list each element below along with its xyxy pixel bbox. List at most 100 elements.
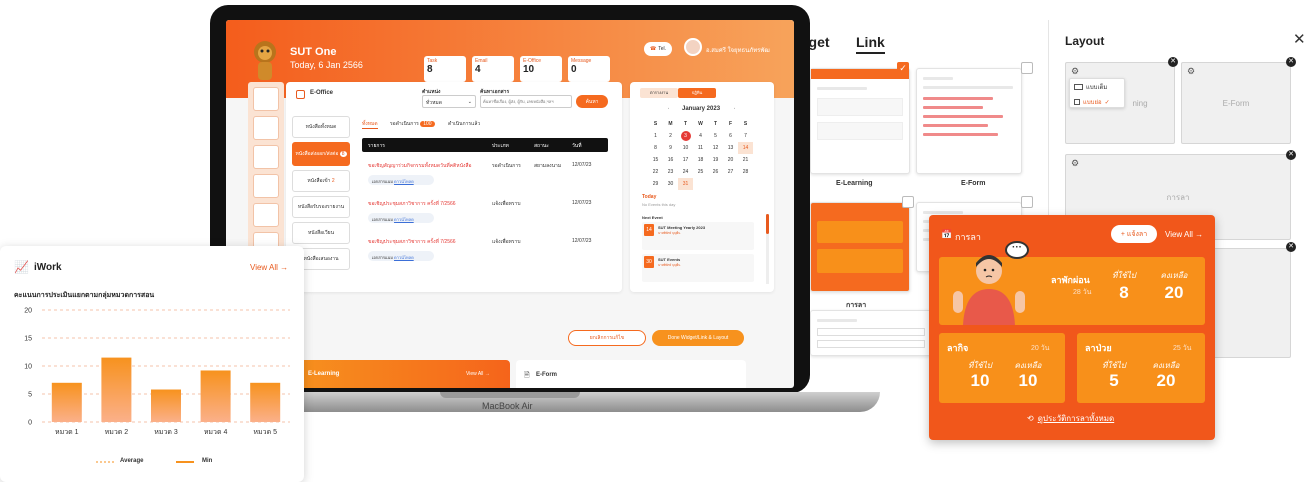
widget-eform-checkbox[interactable] xyxy=(1021,62,1033,74)
menu-outgoing[interactable]: หนังสือส่งออก/ส่งต่อ 8 xyxy=(292,142,350,166)
calendar-day[interactable]: 21 xyxy=(738,154,753,166)
scrollbar[interactable] xyxy=(766,214,769,284)
calendar-day-today[interactable]: 3 xyxy=(678,130,693,142)
menu-circular[interactable]: หนังสือเวียน xyxy=(292,222,350,244)
calendar-day[interactable]: 30 xyxy=(663,178,678,190)
widget-leave-thumb[interactable] xyxy=(810,202,910,292)
add-leave-button[interactable]: + แจ้งลา xyxy=(1111,225,1157,243)
tab-all[interactable]: ทั้งหมด xyxy=(362,120,378,129)
calendar-day[interactable]: 26 xyxy=(708,166,723,178)
bar[interactable] xyxy=(51,382,82,422)
dropdown-item-full[interactable]: แบบเต็ม xyxy=(1070,79,1124,95)
iwork-view-all[interactable]: View All → xyxy=(250,263,288,272)
calendar-day[interactable]: 15 xyxy=(648,154,663,166)
calendar-day[interactable]: 22 xyxy=(648,166,663,178)
stat-eoffice[interactable]: E-Office 10 xyxy=(520,56,562,82)
calendar-day[interactable]: 28 xyxy=(738,166,753,178)
calendar-day[interactable]: 16 xyxy=(663,154,678,166)
position-select[interactable]: ทั่วหมด ⌄ xyxy=(422,95,476,108)
calendar-day[interactable]: 7 xyxy=(738,130,753,142)
bar[interactable] xyxy=(101,357,132,422)
gear-icon[interactable]: ⚙ xyxy=(1187,66,1195,77)
calendar-day[interactable]: 24 xyxy=(678,166,693,178)
calendar-day[interactable]: 6 xyxy=(723,130,738,142)
calendar-day[interactable]: 10 xyxy=(678,142,693,154)
calendar-day[interactable]: 5 xyxy=(708,130,723,142)
gear-icon[interactable]: ⚙ xyxy=(1071,66,1079,77)
calendar-day[interactable]: 23 xyxy=(663,166,678,178)
calendar-day[interactable]: 25 xyxy=(693,166,708,178)
calendar-day[interactable]: 19 xyxy=(708,154,723,166)
table-row[interactable]: ขอเชิญสัญญาร่วมกิจกรรมทั้งหมดวันที่คติหน… xyxy=(368,162,604,185)
leave-history-link[interactable]: ⟲ ดูประวัติการลาทั้งหมด xyxy=(1027,412,1114,425)
calendar-day[interactable]: 27 xyxy=(723,166,738,178)
bar[interactable] xyxy=(151,389,181,422)
dropdown-item-compact[interactable]: แบบย่อ ✓ xyxy=(1070,95,1124,109)
calendar-day[interactable]: 12 xyxy=(708,142,723,154)
avatar[interactable] xyxy=(684,38,702,56)
layout-slot-eform[interactable]: E-Form xyxy=(1181,62,1291,144)
tab-calendar[interactable]: ปฏิทิน xyxy=(678,88,716,98)
tab-link[interactable]: Link xyxy=(856,34,885,54)
elearning-view-all[interactable]: View All → xyxy=(466,371,490,377)
calendar-day[interactable]: 31 xyxy=(678,178,693,190)
search-button[interactable]: ค้นหา xyxy=(576,95,608,108)
event-card[interactable]: 30 SUT Events นายพิทักษ์ บุญยืน xyxy=(642,254,754,282)
chevron-left-icon[interactable]: ‹ xyxy=(668,106,669,110)
download-link[interactable]: ดาวน์โหลด xyxy=(394,179,414,184)
remove-icon[interactable]: ✕ xyxy=(1168,57,1178,67)
sidebar-app-icon[interactable] xyxy=(253,87,279,111)
widget-eform-thumb[interactable] xyxy=(916,68,1022,174)
calendar-day[interactable]: 8 xyxy=(648,142,663,154)
tab-pending[interactable]: รอดำเนินการ 100 xyxy=(390,120,435,128)
cancel-button[interactable]: ยกเลิกการแก้ไข xyxy=(568,330,646,346)
table-row[interactable]: ขอเชิญประชุมสภาวิชาการ ครั้งที่ 7/2566 แ… xyxy=(368,238,604,261)
calendar-day[interactable]: 11 xyxy=(693,142,708,154)
tel-button[interactable]: ☎ Tel. xyxy=(644,42,672,56)
attachment-chip[interactable]: เอกสารแนบ ดาวน์โหลด xyxy=(368,251,434,261)
sidebar-app-icon[interactable] xyxy=(253,116,279,140)
calendar-day[interactable]: 4 xyxy=(693,130,708,142)
download-link[interactable]: ดาวน์โหลด xyxy=(394,255,414,260)
event-card[interactable]: 14 SUT Meeting Yearly 2023 นายพิทักษ์ บุ… xyxy=(642,222,754,250)
chevron-right-icon[interactable]: › xyxy=(734,106,735,110)
calendar-day[interactable]: 14 xyxy=(738,142,753,154)
widget-doc-checkbox[interactable] xyxy=(1021,196,1033,208)
close-icon[interactable]: ✕ xyxy=(1293,30,1306,48)
stat-task[interactable]: Task 8 xyxy=(424,56,466,82)
remove-icon[interactable]: ✕ xyxy=(1286,150,1296,160)
leave-view-all[interactable]: View All → xyxy=(1165,230,1203,239)
stat-email[interactable]: Email 4 xyxy=(472,56,514,82)
tab-schedule[interactable]: ตารางงาน xyxy=(640,88,678,98)
calendar-day[interactable]: 9 xyxy=(663,142,678,154)
table-row[interactable]: ขอเชิญประชุมสภาวิชาการ ครั้งที่ 7/2566 แ… xyxy=(368,200,604,223)
calendar-day[interactable]: 18 xyxy=(693,154,708,166)
attachment-chip[interactable]: เอกสารแนบ ดาวน์โหลด xyxy=(368,175,434,185)
done-button[interactable]: Done Widget/Link & Layout xyxy=(652,330,744,346)
stat-message[interactable]: Message 0 xyxy=(568,56,610,82)
menu-all[interactable]: หนังสือทั้งหมด xyxy=(292,116,350,138)
calendar-day[interactable]: 1 xyxy=(648,130,663,142)
bar[interactable] xyxy=(250,382,281,422)
widget-elearning-thumb[interactable] xyxy=(810,68,910,174)
sidebar-app-icon[interactable] xyxy=(253,203,279,227)
widget-leave-checkbox[interactable] xyxy=(902,196,914,208)
calendar-day[interactable]: 13 xyxy=(723,142,738,154)
menu-certify[interactable]: หนังสือรับรองรายงาน xyxy=(292,196,350,218)
sidebar-app-icon[interactable] xyxy=(253,174,279,198)
attachment-chip[interactable]: เอกสารแนบ ดาวน์โหลด xyxy=(368,213,434,223)
leave-sick[interactable]: ลาป่วย 25 วัน ที่ใช้ไป 5 คงเหลือ 20 xyxy=(1077,333,1205,403)
calendar-day[interactable]: 20 xyxy=(723,154,738,166)
widget-form-thumb[interactable] xyxy=(810,310,932,356)
gear-icon[interactable]: ⚙ xyxy=(1071,158,1079,169)
remove-icon[interactable]: ✕ xyxy=(1286,242,1296,252)
leave-vacation[interactable]: ··· ลาพักผ่อน 28 วัน ที่ใช้ไป 8 คงเหลือ … xyxy=(939,241,1205,325)
check-icon[interactable]: ✓ xyxy=(897,62,909,74)
size-dropdown[interactable]: แบบเต็ม แบบย่อ ✓ xyxy=(1069,78,1125,108)
search-input[interactable] xyxy=(480,95,572,108)
calendar-day[interactable]: 29 xyxy=(648,178,663,190)
tab-done[interactable]: ดำเนินการแล้ว xyxy=(448,120,480,128)
bar[interactable] xyxy=(200,370,231,422)
leave-personal[interactable]: ลากิจ 20 วัน ที่ใช้ไป 10 คงเหลือ 10 xyxy=(939,333,1065,403)
download-link[interactable]: ดาวน์โหลด xyxy=(394,217,414,222)
